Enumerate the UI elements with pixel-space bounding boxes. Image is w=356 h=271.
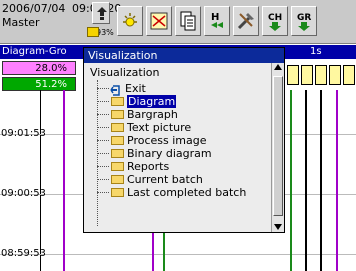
group-button[interactable]: GR bbox=[291, 6, 317, 36]
visualization-menu: Visualization Visualization Exit Diagram… bbox=[83, 47, 285, 233]
menu-item-label: Binary diagram bbox=[127, 147, 212, 160]
alarm-button[interactable] bbox=[117, 6, 143, 36]
menu-item-label: Bargraph bbox=[127, 108, 178, 121]
interval-label: 1s bbox=[310, 46, 322, 57]
svg-text:H: H bbox=[211, 12, 219, 23]
menu-item-diagram[interactable]: Diagram bbox=[97, 95, 267, 108]
display-button[interactable] bbox=[146, 6, 172, 36]
trace-line bbox=[320, 90, 322, 271]
folder-icon bbox=[111, 123, 124, 132]
menu-item-process-image[interactable]: Process image bbox=[97, 134, 267, 147]
time-label: 09:01:53 bbox=[1, 128, 46, 139]
menu-item-label: Reports bbox=[127, 160, 170, 173]
copy-button[interactable] bbox=[175, 6, 201, 36]
channel-value-2: 51.2% bbox=[2, 77, 76, 91]
svg-text:GR: GR bbox=[297, 13, 311, 23]
channel-value-1: 28.0% bbox=[2, 61, 76, 75]
status-toolbar: 2006/07/04 Master 09:02:20 93% bbox=[0, 0, 356, 44]
history-button[interactable]: H bbox=[204, 6, 230, 36]
menu-item-reports[interactable]: Reports bbox=[97, 160, 267, 173]
menu-title: Visualization bbox=[84, 48, 284, 63]
channel-button[interactable]: CH bbox=[262, 6, 288, 36]
folder-icon bbox=[111, 175, 124, 184]
time-label: 08:59:53 bbox=[1, 248, 46, 259]
folder-icon bbox=[111, 188, 124, 197]
folder-icon bbox=[111, 162, 124, 171]
trace-line bbox=[305, 90, 307, 271]
gridline bbox=[0, 254, 356, 255]
time-axis-line bbox=[40, 90, 41, 271]
status-user: Master bbox=[2, 16, 40, 29]
status-date: 2006/07/04 bbox=[2, 2, 66, 15]
storage-icon bbox=[87, 27, 99, 37]
device-screen: 2006/07/04 Master 09:02:20 93% bbox=[0, 0, 356, 271]
folder-icon bbox=[111, 149, 124, 158]
menu-item-exit[interactable]: Exit bbox=[97, 82, 267, 96]
tree-root: Visualization bbox=[90, 66, 160, 79]
menu-item-current-batch[interactable]: Current batch bbox=[97, 173, 267, 186]
trace-line bbox=[63, 90, 65, 271]
time-label: 09:00:53 bbox=[1, 188, 46, 199]
scroll-up-icon[interactable] bbox=[274, 64, 282, 70]
menu-item-label: Exit bbox=[125, 82, 146, 95]
menu-item-label: Diagram bbox=[127, 95, 177, 108]
navigation-button[interactable] bbox=[92, 2, 110, 24]
menu-scrollbar[interactable] bbox=[271, 63, 284, 232]
tools-button[interactable] bbox=[233, 6, 259, 36]
menu-item-last-completed-batch[interactable]: Last completed batch bbox=[97, 186, 267, 199]
svg-text:CH: CH bbox=[268, 13, 282, 23]
trace-line bbox=[290, 90, 292, 271]
scroll-down-icon[interactable] bbox=[274, 224, 282, 230]
menu-item-bargraph[interactable]: Bargraph bbox=[97, 108, 267, 121]
scrollbar-thumb[interactable] bbox=[273, 76, 283, 216]
trace-line bbox=[336, 90, 338, 271]
folder-icon bbox=[111, 97, 124, 106]
menu-item-label: Process image bbox=[127, 134, 207, 147]
binary-markers bbox=[287, 63, 356, 85]
menu-item-label: Text picture bbox=[127, 121, 192, 134]
menu-item-text-picture[interactable]: Text picture bbox=[97, 121, 267, 134]
folder-icon bbox=[111, 110, 124, 119]
group-name: Diagram-Gro bbox=[2, 46, 67, 57]
menu-item-label: Last completed batch bbox=[127, 186, 247, 199]
menu-item-binary-diagram[interactable]: Binary diagram bbox=[97, 147, 267, 160]
menu-item-label: Current batch bbox=[127, 173, 203, 186]
folder-icon bbox=[111, 136, 124, 145]
